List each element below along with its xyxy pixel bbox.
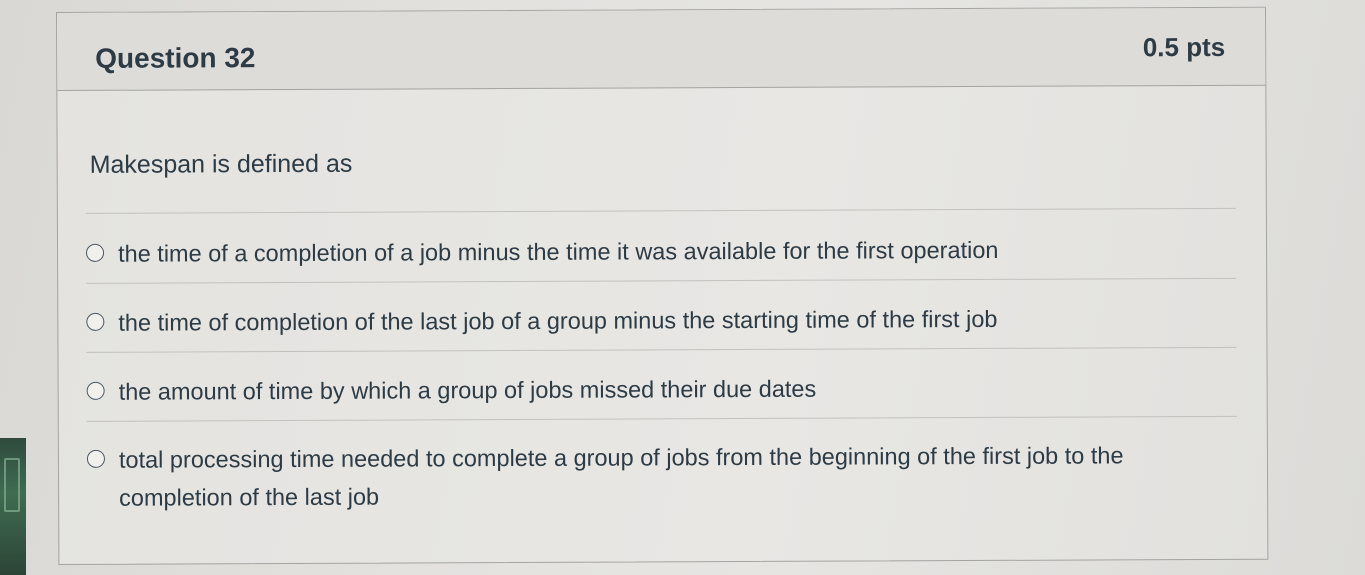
background-window-icon	[4, 458, 20, 512]
answer-separator	[86, 346, 1237, 353]
radio-button[interactable]	[86, 449, 105, 468]
answer-label: the time of a completion of a job minus …	[117, 236, 999, 267]
answer-option-1[interactable]: the time of a completion of a job minus …	[86, 230, 1226, 273]
answer-separator	[85, 207, 1236, 214]
question-card: Question 32 0.5 pts Makespan is defined …	[56, 6, 1269, 565]
answer-label: the time of completion of the last job o…	[118, 305, 998, 336]
answer-option-4[interactable]: total processing time needed to complete…	[86, 436, 1227, 517]
radio-button[interactable]	[86, 312, 105, 331]
radio-button[interactable]	[86, 243, 105, 262]
answer-option-2[interactable]: the time of completion of the last job o…	[86, 299, 1226, 342]
question-title: Question 32	[95, 42, 256, 74]
background-window-edge	[0, 438, 26, 575]
answer-separator	[86, 277, 1237, 284]
question-header: Question 32 0.5 pts	[57, 7, 1266, 91]
answer-separator	[86, 415, 1237, 422]
radio-button[interactable]	[86, 381, 105, 400]
question-text: Makespan is defined as	[89, 149, 353, 179]
answer-label: total processing time needed to complete…	[118, 442, 1124, 511]
answer-option-3[interactable]: the amount of time by which a group of j…	[86, 368, 1227, 411]
answer-label: the amount of time by which a group of j…	[118, 375, 817, 405]
question-points: 0.5 pts	[1142, 31, 1226, 63]
